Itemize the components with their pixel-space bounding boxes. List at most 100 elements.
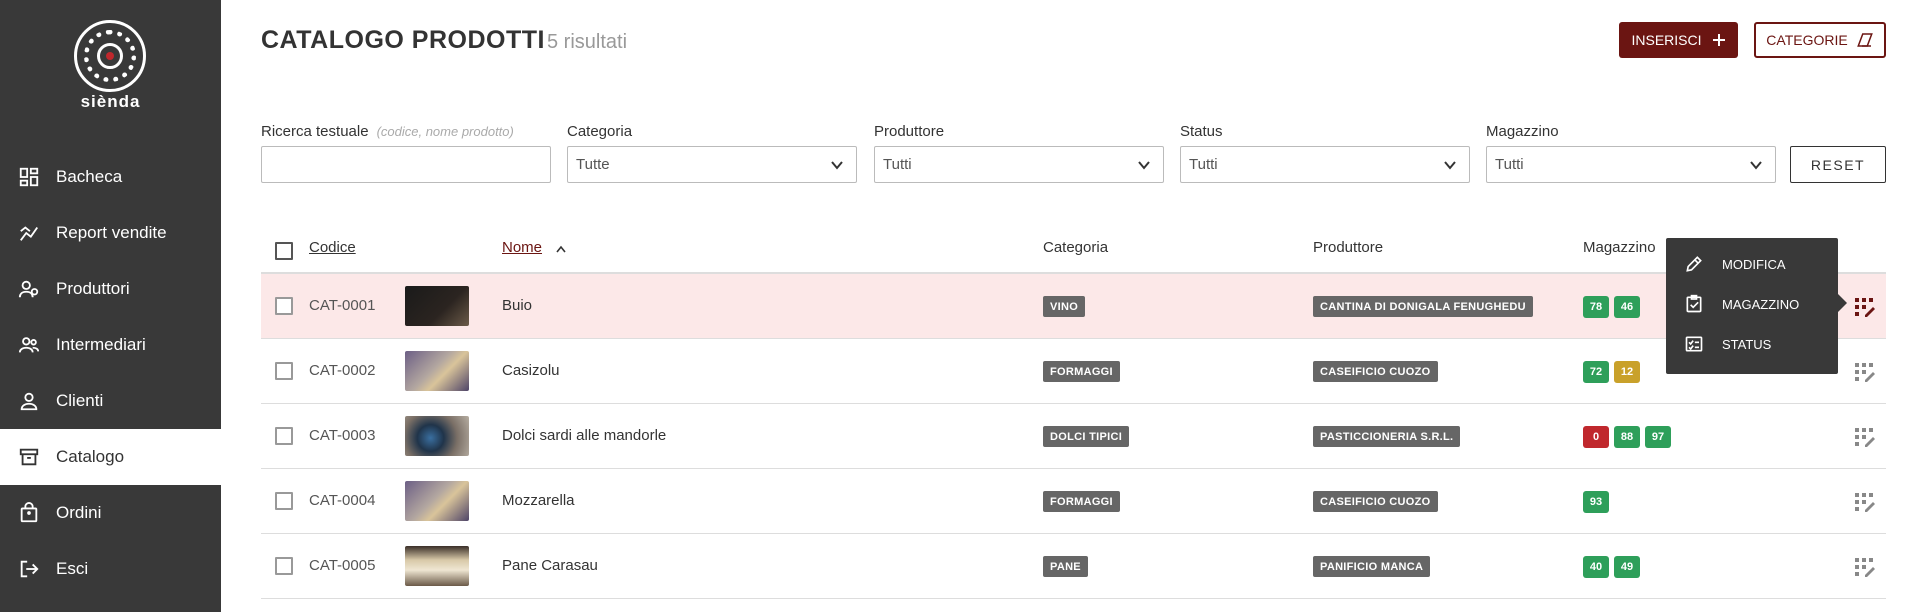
search-label-text: Ricerca testuale xyxy=(261,123,369,140)
menu-item-magazzino[interactable]: MAGAZZINO xyxy=(1666,284,1838,324)
stock-badge: 0 xyxy=(1583,426,1609,448)
row-actions-icon[interactable] xyxy=(1853,490,1875,512)
logout-icon xyxy=(18,558,40,580)
row-code: CAT-0003 xyxy=(309,427,376,444)
pencil-icon xyxy=(1686,256,1702,272)
checklist-icon xyxy=(1685,336,1703,352)
row-code: CAT-0002 xyxy=(309,362,376,379)
dashboard-icon xyxy=(18,166,40,188)
row-actions-icon[interactable] xyxy=(1853,425,1875,447)
stock-badges: 0 88 97 xyxy=(1583,426,1671,448)
sort-asc-icon xyxy=(556,245,566,253)
sidebar-item-intermediari[interactable]: Intermediari xyxy=(0,317,221,373)
sidebar-item-label: Produttori xyxy=(56,279,130,298)
sidebar-item-produttori[interactable]: Produttori xyxy=(0,261,221,317)
produttore-select[interactable]: Tutti xyxy=(874,146,1164,183)
reset-button[interactable]: RESET xyxy=(1790,146,1886,183)
table-row[interactable]: CAT-0001 Buio VINO CANTINA DI DONIGALA F… xyxy=(261,274,1886,339)
stock-badge: 78 xyxy=(1583,296,1609,318)
sidebar-item-report-vendite[interactable]: Report vendite xyxy=(0,205,221,261)
row-name[interactable]: Pane Carasau xyxy=(502,557,598,574)
categoria-select[interactable]: Tutte xyxy=(567,146,857,183)
menu-item-label: MODIFICA xyxy=(1722,256,1786,272)
row-actions-icon[interactable] xyxy=(1853,555,1875,577)
bag-icon xyxy=(18,502,40,524)
column-code[interactable]: Codice xyxy=(309,239,356,256)
produttore-value: Tutti xyxy=(883,156,912,173)
plus-icon xyxy=(1712,34,1725,46)
brand-logo[interactable] xyxy=(74,20,146,92)
sidebar: siènda Bacheca Report vendite Produttori xyxy=(0,0,221,612)
row-checkbox[interactable] xyxy=(275,297,293,315)
page-title: CATALOGO PRODOTTI xyxy=(261,26,545,54)
producer-tag: PASTICCIONERIA S.R.L. xyxy=(1313,426,1461,447)
row-code: CAT-0001 xyxy=(309,297,376,314)
table-row[interactable]: CAT-0005 Pane Carasau PANE PANIFICIO MAN… xyxy=(261,534,1886,599)
sidebar-item-catalogo[interactable]: Catalogo xyxy=(0,429,221,485)
menu-item-modifica[interactable]: MODIFICA xyxy=(1666,244,1838,284)
category-tag: VINO xyxy=(1043,296,1086,317)
select-all-checkbox[interactable] xyxy=(275,242,293,260)
status-label: Status xyxy=(1180,123,1223,140)
row-checkbox[interactable] xyxy=(275,427,293,445)
search-label: Ricerca testuale (codice, nome prodotto) xyxy=(261,123,514,140)
magazzino-label: Magazzino xyxy=(1486,123,1559,140)
category-tag: FORMAGGI xyxy=(1043,491,1120,512)
table-row[interactable]: CAT-0002 Casizolu FORMAGGI CASEIFICIO CU… xyxy=(261,339,1886,404)
producer-tag: PANIFICIO MANCA xyxy=(1313,556,1431,577)
column-category: Categoria xyxy=(1043,239,1109,256)
product-thumbnail xyxy=(405,351,469,391)
row-name[interactable]: Buio xyxy=(502,297,532,314)
row-code: CAT-0005 xyxy=(309,557,376,574)
status-value: Tutti xyxy=(1189,156,1218,173)
row-checkbox[interactable] xyxy=(275,492,293,510)
search-input[interactable] xyxy=(261,146,551,183)
results-count: 5 risultati xyxy=(547,31,628,53)
table-row[interactable]: CAT-0003 Dolci sardi alle mandorle DOLCI… xyxy=(261,404,1886,469)
menu-item-status[interactable]: STATUS xyxy=(1666,324,1838,364)
chart-icon xyxy=(18,222,40,244)
sidebar-item-clienti[interactable]: Clienti xyxy=(0,373,221,429)
categories-button-label: CATEGORIE xyxy=(1766,32,1848,48)
search-hint: (codice, nome prodotto) xyxy=(376,124,514,139)
row-name[interactable]: Dolci sardi alle mandorle xyxy=(502,427,666,444)
stock-badge: 97 xyxy=(1645,426,1671,448)
table-row[interactable]: CAT-0004 Mozzarella FORMAGGI CASEIFICIO … xyxy=(261,469,1886,534)
magazzino-select[interactable]: Tutti xyxy=(1486,146,1776,183)
brand-name: siènda xyxy=(80,92,141,111)
people-icon xyxy=(18,334,40,356)
sidebar-item-label: Intermediari xyxy=(56,335,146,354)
product-thumbnail xyxy=(405,416,469,456)
product-thumbnail xyxy=(405,286,469,326)
chevron-down-icon xyxy=(831,161,843,170)
categories-button[interactable]: CATEGORIE xyxy=(1754,22,1886,58)
product-thumbnail xyxy=(405,481,469,521)
row-name[interactable]: Casizolu xyxy=(502,362,560,379)
sidebar-item-bacheca[interactable]: Bacheca xyxy=(0,149,221,205)
row-checkbox[interactable] xyxy=(275,557,293,575)
tag-icon xyxy=(1856,33,1873,47)
sidebar-item-ordini[interactable]: Ordini xyxy=(0,485,221,541)
column-name[interactable]: Nome xyxy=(502,239,542,256)
product-thumbnail xyxy=(405,546,469,586)
stock-badge: 46 xyxy=(1614,296,1640,318)
status-select[interactable]: Tutti xyxy=(1180,146,1470,183)
column-producer: Produttore xyxy=(1313,239,1384,256)
sidebar-item-label: Catalogo xyxy=(56,447,125,466)
sidebar-item-label: Clienti xyxy=(56,391,104,410)
table-header: Codice Nome Categoria Produttore Magazzi… xyxy=(261,230,1886,274)
row-actions-icon[interactable] xyxy=(1853,295,1875,317)
row-name[interactable]: Mozzarella xyxy=(502,492,575,509)
row-actions-icon[interactable] xyxy=(1853,360,1875,382)
row-code: CAT-0004 xyxy=(309,492,376,509)
sidebar-item-label: Esci xyxy=(56,559,89,578)
chevron-down-icon xyxy=(1750,161,1762,170)
row-checkbox[interactable] xyxy=(275,362,293,380)
menu-item-label: STATUS xyxy=(1722,336,1772,352)
sidebar-item-label: Ordini xyxy=(56,503,102,522)
sidebar-item-esci[interactable]: Esci xyxy=(0,541,221,597)
clipboard-check-icon xyxy=(1686,294,1702,313)
stock-badge: 49 xyxy=(1614,556,1640,578)
insert-button[interactable]: INSERISCI xyxy=(1619,22,1738,58)
magazzino-value: Tutti xyxy=(1495,156,1524,173)
